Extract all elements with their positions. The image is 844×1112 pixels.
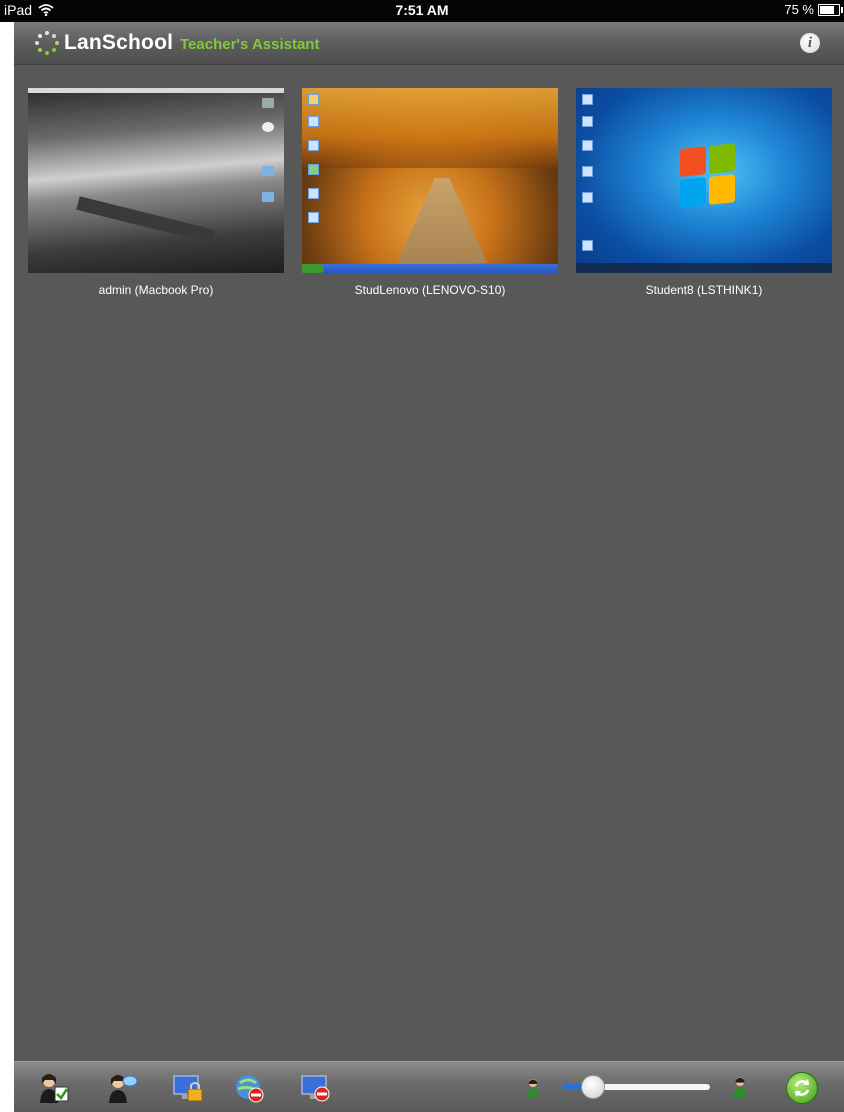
desktop-icon	[308, 116, 319, 127]
battery-icon	[818, 3, 843, 16]
zoom-out-person-icon	[527, 1079, 539, 1098]
desktop-icon	[308, 188, 319, 199]
desktop-icon	[308, 212, 319, 223]
info-icon[interactable]: i	[800, 33, 820, 53]
title-bar: LanSchool Teacher's Assistant i	[14, 22, 844, 65]
student-tile[interactable]: admin (Macbook Pro)	[28, 88, 284, 297]
desktop-icon	[582, 140, 593, 151]
start-button	[302, 264, 324, 273]
student-tile[interactable]: Student8 (LSTHINK1)	[576, 88, 832, 297]
status-bar: iPad 7:51 AM 75 %	[0, 0, 844, 22]
vote-icon[interactable]	[38, 1073, 70, 1103]
student-name: admin (Macbook Pro)	[98, 283, 214, 297]
desktop-icon	[262, 98, 274, 108]
bottom-toolbar	[14, 1061, 844, 1112]
desktop-icon	[582, 166, 593, 177]
lanschool-logo-icon	[35, 31, 59, 55]
app-brand: LanSchool	[64, 31, 174, 54]
folder-icon	[262, 192, 274, 202]
student-screen-thumbnail[interactable]	[28, 88, 284, 273]
folder-icon	[262, 166, 274, 176]
desktop-icon	[582, 240, 593, 251]
desktop-icon	[308, 140, 319, 151]
zoom-in-person-icon	[733, 1077, 747, 1098]
desktop-icon	[262, 122, 274, 132]
student-name: Student8 (LSTHINK1)	[645, 283, 763, 297]
student-screen-thumbnail[interactable]	[302, 88, 558, 273]
battery-level	[820, 5, 834, 14]
student-tile[interactable]: StudLenovo (LENOVO-S10)	[302, 88, 558, 297]
chat-icon[interactable]	[106, 1073, 138, 1103]
block-web-icon[interactable]	[234, 1073, 266, 1103]
student-screen-thumbnail[interactable]	[576, 88, 832, 273]
refresh-icon[interactable]	[786, 1072, 818, 1104]
desktop-icon	[308, 164, 319, 175]
taskbar	[302, 264, 558, 273]
blank-screen-icon[interactable]	[300, 1073, 332, 1103]
desktop-icon	[582, 94, 593, 105]
desktop-icon	[308, 94, 319, 105]
thumbnail-size-slider[interactable]	[562, 1075, 710, 1099]
desktop-icon	[582, 116, 593, 127]
student-name: StudLenovo (LENOVO-S10)	[354, 283, 506, 297]
slider-knob[interactable]	[580, 1075, 605, 1099]
taskbar	[576, 263, 832, 273]
windows-logo	[680, 143, 736, 209]
app-subtitle: Teacher's Assistant	[180, 36, 320, 53]
lock-screen-icon[interactable]	[172, 1073, 204, 1103]
battery-percent: 75 %	[784, 2, 814, 17]
status-time: 7:51 AM	[395, 2, 449, 18]
desktop-icon	[582, 192, 593, 203]
